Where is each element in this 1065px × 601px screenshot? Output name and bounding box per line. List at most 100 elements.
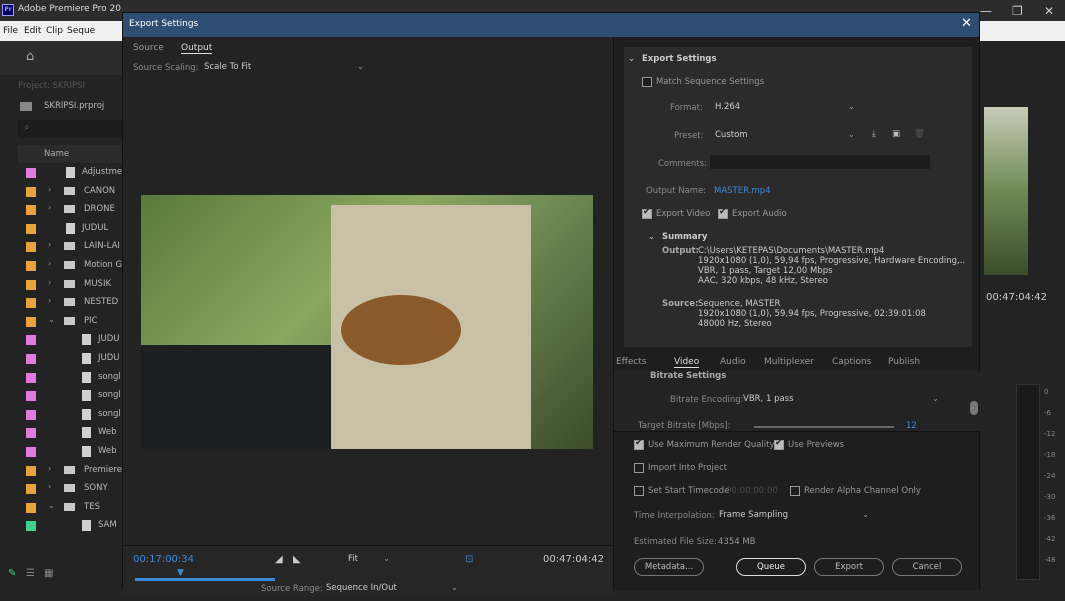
export-button[interactable]: Export [814, 558, 884, 576]
list-item[interactable]: › NESTED [0, 294, 122, 312]
expand-arrow-icon[interactable]: › [48, 259, 51, 268]
list-item[interactable]: › Premiere [0, 462, 122, 480]
list-item[interactable]: › Motion G [0, 257, 122, 275]
expand-arrow-icon[interactable]: › [48, 185, 51, 194]
icon-view-icon[interactable]: ▦ [44, 568, 53, 579]
aspect-icon[interactable]: ⊡ [465, 554, 473, 565]
target-bitrate-value[interactable]: 12 [906, 421, 917, 431]
mark-out-icon[interactable]: ◣ [293, 554, 301, 565]
queue-button[interactable]: Queue [736, 558, 806, 576]
name-column-header[interactable]: Name [44, 149, 69, 159]
format-dropdown[interactable]: H.264 ⌄ [710, 100, 860, 114]
cancel-button[interactable]: Cancel [892, 558, 962, 576]
list-item[interactable]: › SONY [0, 480, 122, 498]
set-start-timecode-checkbox[interactable] [634, 486, 644, 496]
menu-file[interactable]: File [3, 26, 18, 36]
export-audio-checkbox[interactable] [718, 207, 728, 219]
bitrate-encoding-dropdown[interactable]: VBR, 1 pass ⌄ [738, 392, 944, 406]
expand-arrow-icon[interactable]: › [48, 296, 51, 305]
target-bitrate-slider[interactable] [754, 426, 894, 428]
mark-in-icon[interactable]: ◢ [275, 554, 283, 565]
file-icon [66, 222, 75, 234]
list-item[interactable]: songl [0, 406, 122, 424]
folder-icon [64, 205, 75, 214]
source-range-value: Sequence In/Out [326, 583, 397, 593]
list-item[interactable]: songl [0, 387, 122, 405]
playhead-icon[interactable]: ▼ [177, 568, 184, 578]
expand-arrow-icon[interactable]: ⌄ [48, 501, 55, 510]
list-item[interactable]: › MUSIK [0, 276, 122, 294]
minimize-icon[interactable]: — [980, 4, 992, 18]
home-icon[interactable]: ⌂ [26, 49, 34, 64]
list-item[interactable]: › CANON [0, 183, 122, 201]
import-preset-icon[interactable]: ▣ [892, 129, 900, 139]
export-video-checkbox[interactable] [642, 207, 652, 219]
tab-effects[interactable]: Effects [616, 357, 647, 367]
expand-arrow-icon[interactable]: › [48, 203, 51, 212]
divider [614, 431, 980, 432]
menu-clip[interactable]: Clip [46, 26, 63, 36]
close-window-icon[interactable]: ✕ [1044, 4, 1054, 18]
list-item[interactable]: SAM [0, 517, 122, 535]
tab-publish[interactable]: Publish [888, 357, 920, 367]
list-item[interactable]: JUDUL [0, 220, 122, 238]
list-item[interactable]: Web [0, 424, 122, 442]
folder-icon [64, 298, 75, 307]
import-into-project-checkbox[interactable] [634, 463, 644, 473]
project-tab[interactable]: Project: SKRIPSI [18, 81, 85, 91]
expand-arrow-icon[interactable]: › [48, 482, 51, 491]
file-icon [82, 408, 91, 420]
tab-source[interactable]: Source [133, 43, 164, 53]
tab-captions[interactable]: Captions [832, 357, 871, 367]
list-item[interactable]: › DRONE [0, 201, 122, 219]
current-timecode[interactable]: 00:17:00:34 [133, 554, 194, 565]
expand-arrow-icon[interactable]: › [48, 240, 51, 249]
list-item[interactable]: Web [0, 443, 122, 461]
list-item[interactable]: ⌄ TES [0, 499, 122, 517]
collapse-icon[interactable]: ⌄ [628, 54, 635, 64]
match-sequence-checkbox[interactable] [642, 77, 652, 87]
source-range-dropdown[interactable]: Sequence In/Out ⌄ [321, 581, 463, 595]
save-preset-icon[interactable]: ⤓ [872, 129, 876, 139]
max-render-quality-checkbox[interactable] [634, 438, 644, 450]
zoom-fit-dropdown[interactable]: Fit ⌄ [343, 552, 395, 566]
video-settings-scroll[interactable]: Bitrate Settings Bitrate Encoding: VBR, … [614, 371, 980, 431]
range-bar[interactable] [135, 578, 275, 581]
expand-arrow-icon[interactable]: › [48, 464, 51, 473]
tab-output[interactable]: Output [181, 43, 213, 54]
scrollbar-thumb[interactable] [970, 401, 978, 415]
menu-sequence[interactable]: Seque [67, 26, 95, 36]
comments-input[interactable] [710, 155, 930, 169]
start-timecode-value[interactable]: 00:00:00:00 [726, 486, 778, 496]
tab-multiplexer[interactable]: Multiplexer [764, 357, 814, 367]
list-item[interactable]: JUDU [0, 331, 122, 349]
tab-video[interactable]: Video [674, 357, 700, 368]
list-item[interactable]: songl [0, 369, 122, 387]
label-color-swatch [26, 223, 36, 234]
preset-dropdown[interactable]: Custom ⌄ [710, 128, 860, 142]
chevron-down-icon: ⌄ [861, 510, 869, 520]
source-scaling-dropdown[interactable]: Scale To Fit ⌄ [199, 60, 371, 74]
list-item[interactable]: Adjustme [0, 164, 122, 182]
use-previews-checkbox[interactable] [774, 438, 784, 450]
time-interpolation-dropdown[interactable]: Frame Sampling ⌄ [714, 508, 874, 522]
menu-edit[interactable]: Edit [24, 26, 41, 36]
summary-collapse-icon[interactable]: ⌄ [648, 232, 655, 242]
output-name-link[interactable]: MASTER.mp4 [714, 186, 771, 196]
list-item[interactable]: ⌄ PIC [0, 313, 122, 331]
list-item-label: NESTED [84, 297, 119, 308]
expand-arrow-icon[interactable]: ⌄ [48, 315, 55, 324]
meter-tick-label: -24 [1044, 472, 1056, 480]
expand-arrow-icon[interactable]: › [48, 278, 51, 287]
tab-audio[interactable]: Audio [720, 357, 746, 367]
dialog-close-icon[interactable]: ✕ [961, 16, 972, 31]
metadata-button[interactable]: Metadata... [634, 558, 704, 576]
delete-preset-icon[interactable]: 🗑 [914, 129, 925, 139]
pencil-icon[interactable]: ✎ [8, 568, 16, 579]
list-item[interactable]: JUDU [0, 350, 122, 368]
list-item[interactable]: › LAIN-LAI [0, 238, 122, 256]
project-search-input[interactable]: ⌕ [18, 120, 122, 138]
list-view-icon[interactable]: ☰ [26, 568, 35, 579]
render-alpha-checkbox[interactable] [790, 486, 800, 496]
maximize-icon[interactable]: ❐ [1012, 4, 1023, 18]
